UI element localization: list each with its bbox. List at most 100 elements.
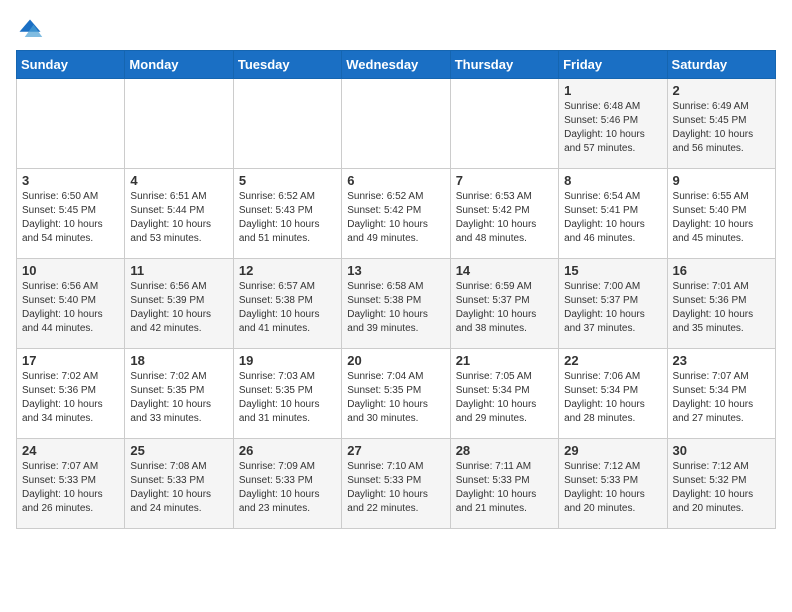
calendar-cell: 26 Sunrise: 7:09 AM Sunset: 5:33 PM Dayli…	[233, 439, 341, 529]
day-info: Sunrise: 7:00 AM Sunset: 5:37 PM Dayligh…	[564, 280, 661, 336]
day-number: 21	[456, 353, 553, 368]
day-number: 5	[239, 173, 336, 188]
weekday-header-sunday: Sunday	[17, 51, 125, 79]
calendar-cell	[450, 79, 558, 169]
day-info: Sunrise: 6:59 AM Sunset: 5:37 PM Dayligh…	[456, 280, 553, 336]
day-info: Sunrise: 7:08 AM Sunset: 5:33 PM Dayligh…	[130, 460, 227, 516]
day-number: 14	[456, 263, 553, 278]
day-number: 19	[239, 353, 336, 368]
day-number: 27	[347, 443, 444, 458]
day-number: 24	[22, 443, 119, 458]
day-number: 1	[564, 83, 661, 98]
calendar-cell: 2 Sunrise: 6:49 AM Sunset: 5:45 PM Daylig…	[667, 79, 775, 169]
day-number: 15	[564, 263, 661, 278]
calendar-week-row: 24 Sunrise: 7:07 AM Sunset: 5:33 PM Dayli…	[17, 439, 776, 529]
day-number: 13	[347, 263, 444, 278]
day-info: Sunrise: 6:53 AM Sunset: 5:42 PM Dayligh…	[456, 190, 553, 246]
calendar-cell: 5 Sunrise: 6:52 AM Sunset: 5:43 PM Daylig…	[233, 169, 341, 259]
weekday-header-friday: Friday	[559, 51, 667, 79]
day-info: Sunrise: 7:07 AM Sunset: 5:33 PM Dayligh…	[22, 460, 119, 516]
logo-icon	[16, 16, 44, 44]
day-number: 11	[130, 263, 227, 278]
day-info: Sunrise: 6:56 AM Sunset: 5:39 PM Dayligh…	[130, 280, 227, 336]
calendar-cell: 25 Sunrise: 7:08 AM Sunset: 5:33 PM Dayli…	[125, 439, 233, 529]
day-number: 12	[239, 263, 336, 278]
calendar-cell: 3Sunrise: 6:50 AM Sunset: 5:45 PM Daylig…	[17, 169, 125, 259]
day-info: Sunrise: 7:12 AM Sunset: 5:33 PM Dayligh…	[564, 460, 661, 516]
calendar-cell: 20 Sunrise: 7:04 AM Sunset: 5:35 PM Dayli…	[342, 349, 450, 439]
day-info: Sunrise: 6:51 AM Sunset: 5:44 PM Dayligh…	[130, 190, 227, 246]
day-info: Sunrise: 7:09 AM Sunset: 5:33 PM Dayligh…	[239, 460, 336, 516]
day-number: 20	[347, 353, 444, 368]
day-info: Sunrise: 7:02 AM Sunset: 5:35 PM Dayligh…	[130, 370, 227, 426]
calendar-cell: 17 Sunrise: 7:02 AM Sunset: 5:36 PM Dayli…	[17, 349, 125, 439]
day-info: Sunrise: 6:52 AM Sunset: 5:42 PM Dayligh…	[347, 190, 444, 246]
calendar-week-row: 17 Sunrise: 7:02 AM Sunset: 5:36 PM Dayli…	[17, 349, 776, 439]
calendar-cell: 24 Sunrise: 7:07 AM Sunset: 5:33 PM Dayli…	[17, 439, 125, 529]
day-info: Sunrise: 7:02 AM Sunset: 5:36 PM Dayligh…	[22, 370, 119, 426]
calendar-cell: 1 Sunrise: 6:48 AM Sunset: 5:46 PM Daylig…	[559, 79, 667, 169]
calendar-cell: 6 Sunrise: 6:52 AM Sunset: 5:42 PM Daylig…	[342, 169, 450, 259]
day-info: Sunrise: 6:54 AM Sunset: 5:41 PM Dayligh…	[564, 190, 661, 246]
day-number: 8	[564, 173, 661, 188]
calendar-cell	[17, 79, 125, 169]
day-number: 26	[239, 443, 336, 458]
calendar-cell: 12 Sunrise: 6:57 AM Sunset: 5:38 PM Dayli…	[233, 259, 341, 349]
day-info: Sunrise: 6:50 AM Sunset: 5:45 PM Dayligh…	[22, 190, 119, 246]
calendar-cell: 8 Sunrise: 6:54 AM Sunset: 5:41 PM Daylig…	[559, 169, 667, 259]
day-number: 9	[673, 173, 770, 188]
calendar-cell: 29Sunrise: 7:12 AM Sunset: 5:33 PM Dayli…	[559, 439, 667, 529]
day-info: Sunrise: 7:06 AM Sunset: 5:34 PM Dayligh…	[564, 370, 661, 426]
page: SundayMondayTuesdayWednesdayThursdayFrid…	[0, 0, 792, 612]
day-number: 2	[673, 83, 770, 98]
day-info: Sunrise: 7:01 AM Sunset: 5:36 PM Dayligh…	[673, 280, 770, 336]
calendar-cell: 30Sunrise: 7:12 AM Sunset: 5:32 PM Dayli…	[667, 439, 775, 529]
calendar-cell: 27Sunrise: 7:10 AM Sunset: 5:33 PM Dayli…	[342, 439, 450, 529]
weekday-header-row: SundayMondayTuesdayWednesdayThursdayFrid…	[17, 51, 776, 79]
day-info: Sunrise: 6:48 AM Sunset: 5:46 PM Dayligh…	[564, 100, 661, 156]
day-info: Sunrise: 7:04 AM Sunset: 5:35 PM Dayligh…	[347, 370, 444, 426]
day-number: 7	[456, 173, 553, 188]
calendar-cell: 23 Sunrise: 7:07 AM Sunset: 5:34 PM Dayli…	[667, 349, 775, 439]
day-number: 25	[130, 443, 227, 458]
day-info: Sunrise: 7:05 AM Sunset: 5:34 PM Dayligh…	[456, 370, 553, 426]
calendar-cell: 19 Sunrise: 7:03 AM Sunset: 5:35 PM Dayli…	[233, 349, 341, 439]
day-number: 18	[130, 353, 227, 368]
calendar-week-row: 1 Sunrise: 6:48 AM Sunset: 5:46 PM Daylig…	[17, 79, 776, 169]
day-info: Sunrise: 7:07 AM Sunset: 5:34 PM Dayligh…	[673, 370, 770, 426]
calendar-cell: 22 Sunrise: 7:06 AM Sunset: 5:34 PM Dayli…	[559, 349, 667, 439]
calendar-cell	[125, 79, 233, 169]
weekday-header-thursday: Thursday	[450, 51, 558, 79]
day-number: 4	[130, 173, 227, 188]
calendar-cell: 16 Sunrise: 7:01 AM Sunset: 5:36 PM Dayli…	[667, 259, 775, 349]
calendar-cell: 15 Sunrise: 7:00 AM Sunset: 5:37 PM Dayli…	[559, 259, 667, 349]
day-number: 28	[456, 443, 553, 458]
day-info: Sunrise: 7:03 AM Sunset: 5:35 PM Dayligh…	[239, 370, 336, 426]
day-number: 16	[673, 263, 770, 278]
day-info: Sunrise: 6:58 AM Sunset: 5:38 PM Dayligh…	[347, 280, 444, 336]
day-info: Sunrise: 6:49 AM Sunset: 5:45 PM Dayligh…	[673, 100, 770, 156]
calendar-cell: 13 Sunrise: 6:58 AM Sunset: 5:38 PM Dayli…	[342, 259, 450, 349]
calendar-cell: 9 Sunrise: 6:55 AM Sunset: 5:40 PM Daylig…	[667, 169, 775, 259]
day-info: Sunrise: 6:55 AM Sunset: 5:40 PM Dayligh…	[673, 190, 770, 246]
day-info: Sunrise: 7:11 AM Sunset: 5:33 PM Dayligh…	[456, 460, 553, 516]
day-info: Sunrise: 6:57 AM Sunset: 5:38 PM Dayligh…	[239, 280, 336, 336]
day-number: 23	[673, 353, 770, 368]
calendar-cell: 11 Sunrise: 6:56 AM Sunset: 5:39 PM Dayli…	[125, 259, 233, 349]
day-info: Sunrise: 6:56 AM Sunset: 5:40 PM Dayligh…	[22, 280, 119, 336]
day-info: Sunrise: 6:52 AM Sunset: 5:43 PM Dayligh…	[239, 190, 336, 246]
day-number: 17	[22, 353, 119, 368]
calendar-week-row: 3Sunrise: 6:50 AM Sunset: 5:45 PM Daylig…	[17, 169, 776, 259]
calendar-cell: 21 Sunrise: 7:05 AM Sunset: 5:34 PM Dayli…	[450, 349, 558, 439]
day-number: 22	[564, 353, 661, 368]
day-number: 6	[347, 173, 444, 188]
day-number: 10	[22, 263, 119, 278]
calendar-cell: 10 Sunrise: 6:56 AM Sunset: 5:40 PM Dayli…	[17, 259, 125, 349]
calendar-cell: 18 Sunrise: 7:02 AM Sunset: 5:35 PM Dayli…	[125, 349, 233, 439]
logo	[16, 16, 48, 44]
weekday-header-wednesday: Wednesday	[342, 51, 450, 79]
day-number: 30	[673, 443, 770, 458]
weekday-header-tuesday: Tuesday	[233, 51, 341, 79]
calendar-cell: 7 Sunrise: 6:53 AM Sunset: 5:42 PM Daylig…	[450, 169, 558, 259]
weekday-header-monday: Monday	[125, 51, 233, 79]
